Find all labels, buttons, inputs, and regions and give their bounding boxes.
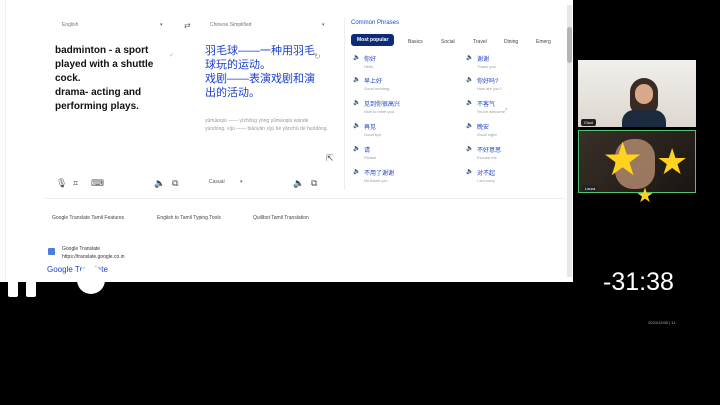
speaker-icon[interactable]: 🔈 [353, 122, 360, 129]
chevron-down-icon[interactable]: ▾ [240, 179, 243, 185]
speaker-icon[interactable]: 🔈 [353, 145, 360, 152]
source-text[interactable]: badminton - a sport played with a shuttl… [55, 44, 183, 114]
divider [344, 18, 345, 190]
speaker-icon[interactable]: 🔈 [154, 178, 165, 189]
divider [45, 198, 565, 199]
copy-icon[interactable]: ⧉ [172, 178, 178, 189]
translated-line: 出的活动。 [205, 87, 260, 99]
scrollbar[interactable] [567, 5, 572, 277]
swap-languages-icon[interactable]: ⇄ [184, 21, 191, 30]
chevron-down-icon[interactable]: ▾ [322, 22, 325, 28]
speaker-icon[interactable]: 🔈 [466, 99, 473, 106]
screen-share: English ▾ ⇄ Chinese Simplified ▾ badmint… [0, 0, 573, 282]
recording-timestamp: 2024/12/05 | 11 [648, 320, 676, 325]
translated-line: 羽毛球——一种用羽毛 [205, 45, 315, 57]
translated-text: 羽毛球——一种用羽毛 球玩的运动。 戏剧——表演戏剧和演 出的活动。 [205, 44, 315, 100]
tab-dining[interactable]: Dining [504, 39, 518, 45]
star-icon: ★ [656, 141, 689, 182]
left-edge [0, 0, 6, 282]
translated-line: 球玩的运动。 [205, 59, 271, 71]
speaker-icon[interactable]: 🔈 [466, 54, 473, 61]
speaker-icon[interactable]: 🔈 [293, 178, 304, 189]
source-line: badminton - a sport [55, 45, 149, 56]
speaker-icon[interactable]: 🔈 [353, 54, 360, 61]
microphone-icon[interactable]: 🎙 [56, 178, 67, 189]
speaker-icon[interactable]: 🔈 [353, 168, 360, 175]
participant-video[interactable]: Cluxi [578, 60, 696, 127]
participant-body [622, 110, 666, 127]
speaker-icon[interactable]: 🔈 [466, 168, 473, 175]
translated-line: 戏剧——表演戏剧和演 [205, 73, 315, 85]
star-icon: ★ [602, 133, 644, 185]
tab-most-popular[interactable]: Most popular [351, 34, 395, 46]
common-phrases-title: Common Phrases [351, 20, 400, 26]
site-url[interactable]: https://translate.google.co.in [62, 254, 125, 260]
chevron-right-icon[interactable]: › [505, 106, 507, 113]
keyboard-icon[interactable]: ⌨ [91, 178, 104, 189]
speaker-icon[interactable]: 🔈 [353, 76, 360, 83]
copy-icon[interactable]: ⧉ [311, 178, 317, 189]
refresh-icon[interactable]: ↻ [314, 52, 321, 61]
source-line: drama- acting and [55, 87, 142, 98]
tab-social[interactable]: Social [441, 39, 455, 45]
speaker-icon[interactable]: 🔈 [353, 99, 360, 106]
chevron-down-icon[interactable]: ▾ [160, 22, 163, 28]
google-translate-icon [48, 248, 55, 255]
tab-basics[interactable]: Basics [408, 39, 423, 45]
camera-icon[interactable]: ⌗ [73, 178, 78, 189]
footer-link[interactable]: Quillbot Tamil Translation [253, 215, 309, 221]
speaker-icon[interactable]: 🔈 [466, 122, 473, 129]
source-line: cock. [55, 73, 81, 84]
source-language-select[interactable]: English [62, 22, 78, 28]
tab-emergency[interactable]: Emerg [536, 39, 551, 45]
mouse-cursor-icon: ⇱ [326, 153, 334, 163]
star-icon: ★ [636, 185, 654, 207]
playback-scrubber[interactable] [77, 266, 105, 294]
footer-link[interactable]: Google Translate Tamil Features [52, 215, 124, 221]
site-name: Google Translate [62, 246, 101, 252]
participant-name: Cluxi [581, 119, 596, 126]
participant-name: Laura [582, 185, 599, 192]
source-line: played with a shuttle [55, 59, 154, 70]
romanization-text: yǔmáoqiú —— yīzhǒng yòng yǔmáoqiú wánde … [205, 118, 328, 132]
time-remaining: -31:38 [603, 268, 674, 296]
participant-face [635, 84, 653, 104]
tone-select[interactable]: Casual [209, 179, 225, 185]
source-line: performing plays. [55, 101, 139, 112]
speaker-icon[interactable]: 🔈 [466, 145, 473, 152]
footer-link[interactable]: English to Tamil Typing Tools [157, 215, 221, 221]
tab-travel[interactable]: Travel [473, 39, 487, 45]
target-language-select[interactable]: Chinese Simplified [210, 22, 251, 28]
clear-icon[interactable]: ✓ [169, 52, 174, 59]
speaker-icon[interactable]: 🔈 [466, 76, 473, 83]
scrollbar-thumb[interactable] [567, 27, 572, 63]
